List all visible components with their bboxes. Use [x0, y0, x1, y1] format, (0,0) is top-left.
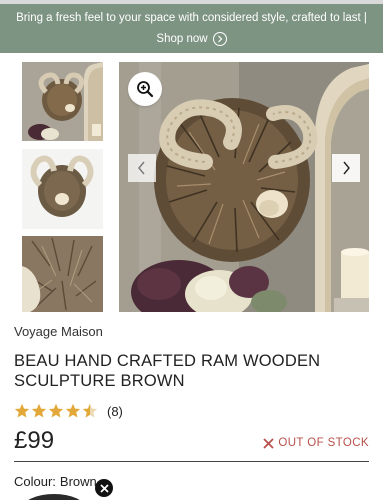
half-star-icon: [82, 403, 98, 418]
next-image-button[interactable]: [332, 154, 360, 182]
divider: [14, 461, 369, 462]
chevron-left-icon: [138, 161, 145, 175]
colour-swatch-brown[interactable]: [22, 494, 86, 500]
shop-now-link[interactable]: Shop now: [0, 32, 383, 46]
star-icon: [31, 403, 47, 418]
close-icon: [99, 483, 109, 493]
price: £99: [14, 427, 55, 454]
review-count[interactable]: (8): [107, 404, 123, 419]
shop-now-label: Shop now: [156, 33, 208, 45]
thumbnail-2[interactable]: [22, 149, 103, 229]
promo-banner[interactable]: Bring a fresh feel to your space with co…: [0, 4, 383, 53]
stock-status-label: OUT OF STOCK: [278, 437, 369, 449]
colour-selector: Colour: Brown: [14, 474, 97, 489]
thumbnail-1[interactable]: [22, 62, 103, 141]
previous-image-button[interactable]: [128, 154, 156, 182]
stock-status: OUT OF STOCK: [263, 437, 369, 449]
zoom-in-icon: [137, 81, 154, 98]
colour-label: Colour:: [14, 474, 56, 489]
rating[interactable]: (8): [14, 403, 123, 419]
star-icon: [65, 403, 81, 418]
product-title: BEAU HAND CRAFTED RAM WOODEN SCULPTURE B…: [14, 352, 321, 390]
close-icon: [263, 437, 274, 449]
dismiss-button[interactable]: [95, 479, 113, 497]
thumbnail-3[interactable]: [22, 236, 103, 312]
chevron-right-icon: [343, 161, 350, 175]
star-icon: [48, 403, 64, 418]
zoom-button[interactable]: [128, 72, 162, 106]
chevron-right-icon: [212, 32, 227, 46]
brand-name[interactable]: Voyage Maison: [14, 324, 103, 339]
star-icon: [14, 403, 30, 418]
promo-message: Bring a fresh feel to your space with co…: [16, 12, 367, 24]
colour-value: Brown: [59, 474, 97, 489]
